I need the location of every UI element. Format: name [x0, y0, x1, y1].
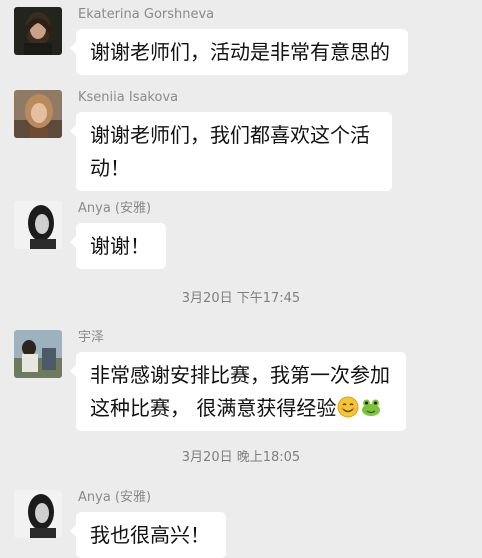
- message-text-line: 动！: [90, 156, 130, 180]
- sender-name: 宇泽: [78, 330, 105, 345]
- woman-portrait-dark-hair-icon: [14, 7, 62, 55]
- woman-portrait-light-hair-icon: [14, 90, 62, 138]
- message-text-line: 谢谢！: [90, 234, 150, 258]
- message-text-line: 非常感谢安排比赛，我第一次参加: [90, 363, 390, 387]
- avatar[interactable]: [14, 490, 62, 538]
- message-bubble[interactable]: 谢谢老师们，我们都喜欢这个活 动！: [70, 112, 392, 191]
- woman-portrait-bw-icon: [14, 490, 62, 538]
- chat-message-list[interactable]: Ekaterina Gorshneva 谢谢老师们，活动是非常有意思的 Ksen…: [0, 0, 482, 558]
- message-bubble[interactable]: 非常感谢安排比赛，我第一次参加 这种比赛， 很满意获得经验: [70, 352, 406, 431]
- timestamp: 3月20日 下午17:45: [181, 291, 301, 306]
- message-text-line: 谢谢老师们，我们都喜欢这个活: [90, 123, 370, 147]
- timestamp: 3月20日 晚上18:05: [181, 450, 301, 465]
- sender-name: Anya (安雅): [78, 201, 152, 216]
- message-bubble[interactable]: 我也很高兴！: [70, 512, 226, 558]
- frog-emoji-icon: [362, 399, 381, 416]
- sender-name: Anya (安雅): [78, 490, 152, 505]
- message-text-line: 我也很高兴！: [90, 523, 210, 547]
- sender-name: Kseniia Isakova: [78, 90, 179, 105]
- man-outdoor-photo-icon: [14, 330, 62, 378]
- avatar[interactable]: [14, 90, 62, 138]
- avatar[interactable]: [14, 330, 62, 378]
- message-text-line-with-emoji: 这种比赛， 很满意获得经验: [90, 392, 392, 425]
- avatar[interactable]: [14, 201, 62, 249]
- message-text-line: 谢谢老师们，活动是非常有意思的: [90, 40, 390, 64]
- sender-name: Ekaterina Gorshneva: [78, 7, 215, 22]
- avatar[interactable]: [14, 7, 62, 55]
- message-text-line: 这种比赛， 很满意获得经验: [90, 396, 337, 420]
- message-bubble[interactable]: 谢谢！: [70, 223, 166, 269]
- smiling-face-emoji-icon: [337, 396, 359, 418]
- message-bubble[interactable]: 谢谢老师们，活动是非常有意思的: [70, 29, 408, 75]
- woman-portrait-bw-icon: [14, 201, 62, 249]
